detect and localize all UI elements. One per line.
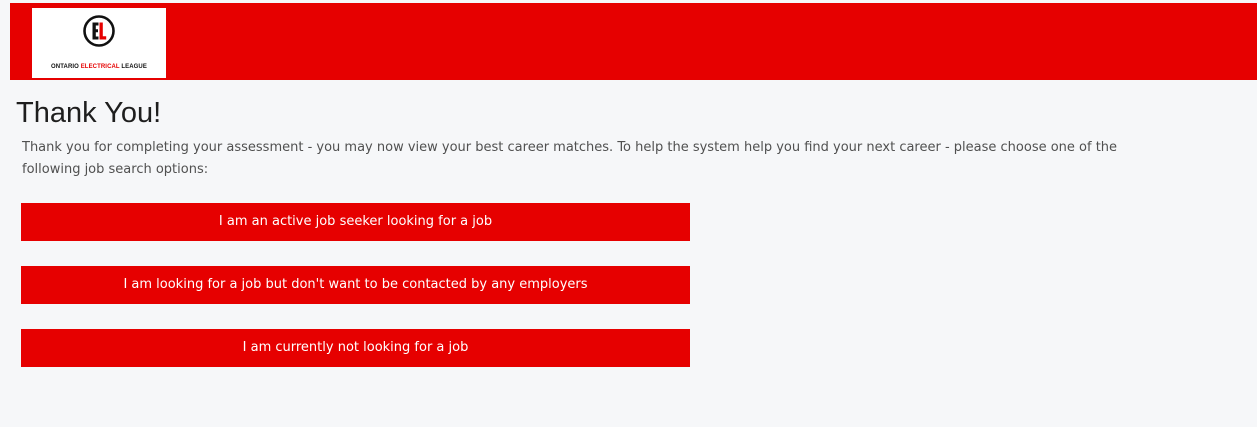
logo-wordmark: ONTARIO ELECTRICAL LEAGUE [32,64,166,70]
active-job-seeker-button[interactable]: I am an active job seeker looking for a … [21,203,690,241]
header-bar: ONTARIO ELECTRICAL LEAGUE [10,3,1257,80]
logo-word-ontario: ONTARIO [51,64,81,70]
ontario-electrical-league-logo[interactable]: ONTARIO ELECTRICAL LEAGUE [32,8,166,78]
el-monogram-icon [83,15,115,47]
passive-job-seeker-button[interactable]: I am looking for a job but don't want to… [21,266,690,304]
page-title: Thank You! [16,97,162,129]
logo-word-electrical: ELECTRICAL [80,64,120,70]
not-looking-button[interactable]: I am currently not looking for a job [21,329,690,367]
page: ONTARIO ELECTRICAL LEAGUE Thank You! Tha… [0,0,1257,427]
intro-text: Thank you for completing your assessment… [22,140,1118,177]
logo-word-league: LEAGUE [119,64,147,70]
